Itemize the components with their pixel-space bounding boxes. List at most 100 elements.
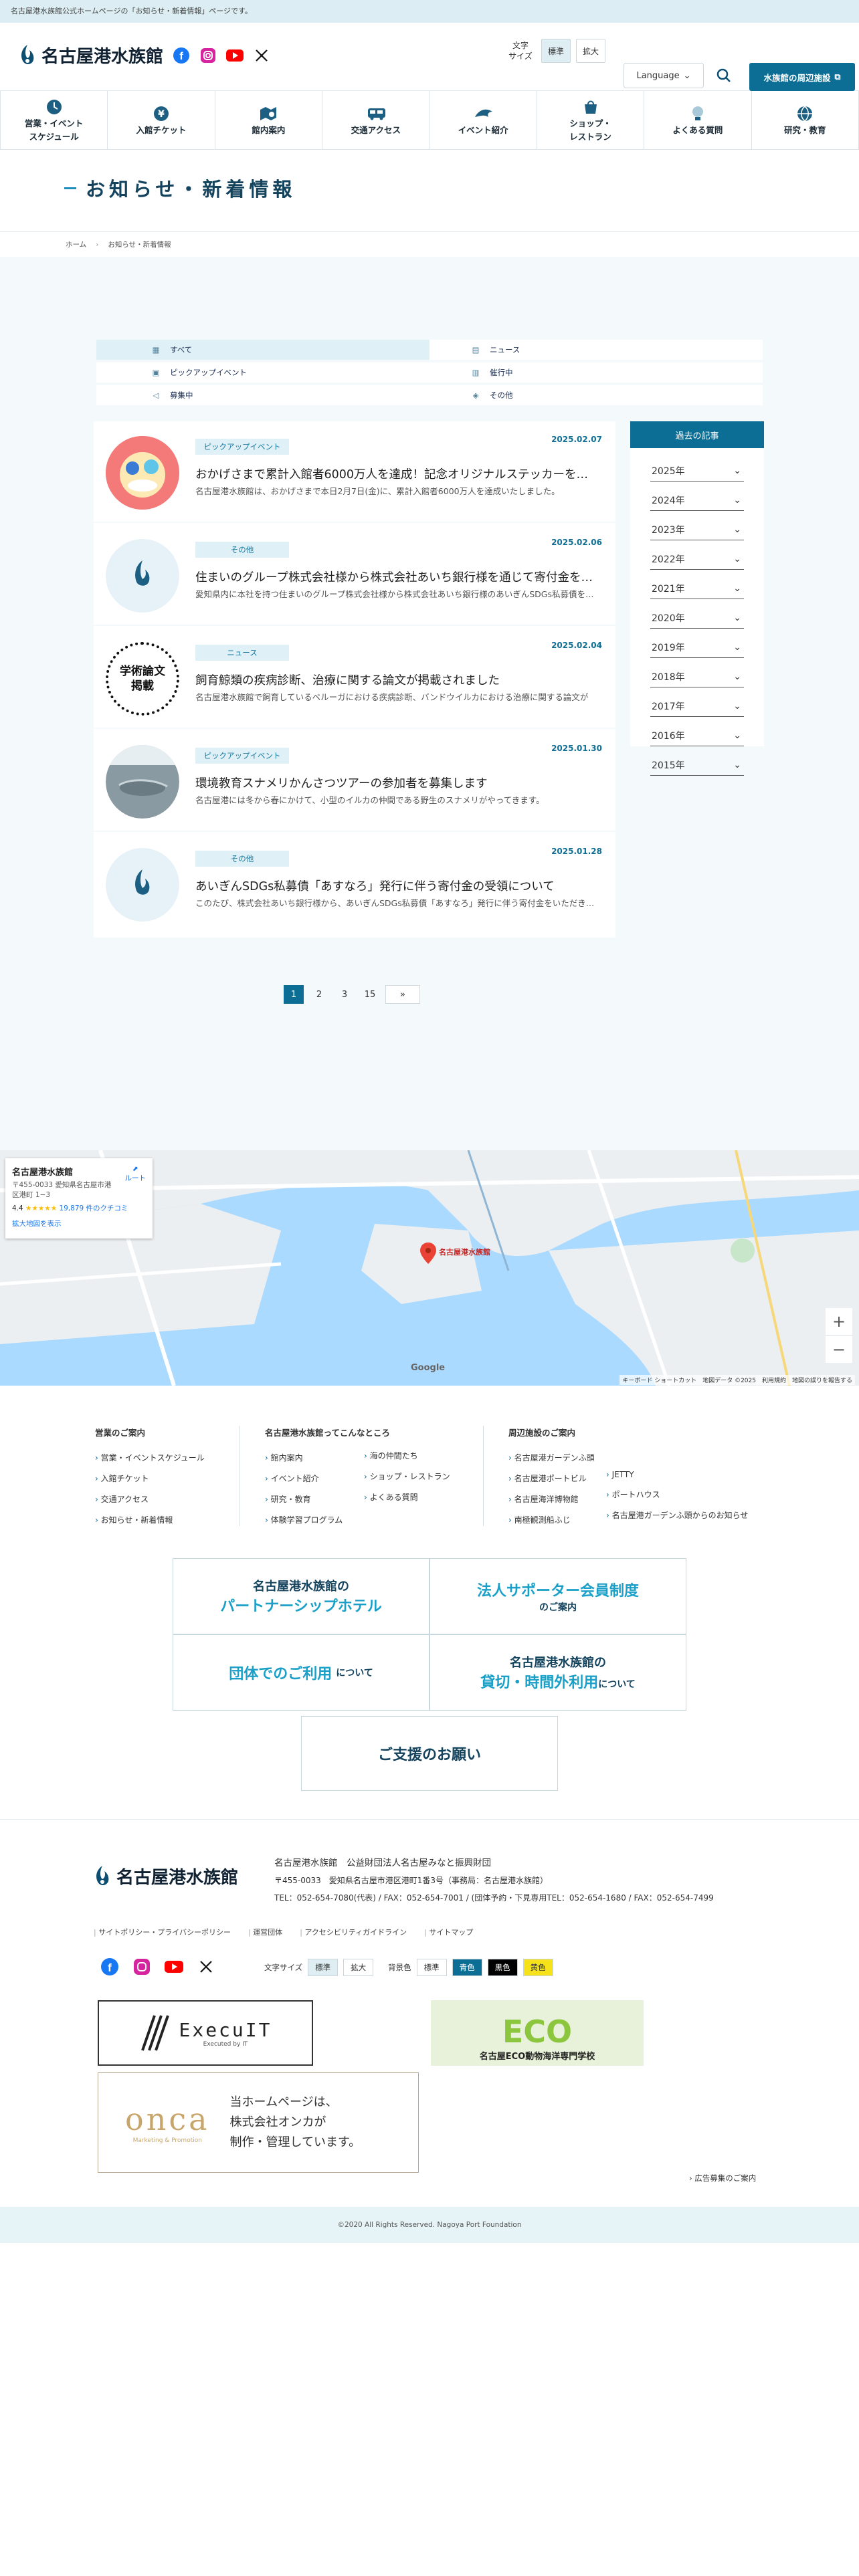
filter-pickup[interactable]: ▣ ピックアップイベント — [96, 362, 430, 383]
aquarium-logo-icon — [19, 43, 36, 68]
org-name: 名古屋港水族館 公益財団法人名古屋みなと振興財団 — [274, 1858, 491, 1868]
map-enlarge-link[interactable]: 拡大地図を表示 — [12, 1218, 146, 1228]
news-item[interactable]: 2025.02.07 ピックアップイベント おかげさまで累計入館者6000万人を… — [94, 421, 615, 523]
archive-year-select[interactable]: 2019年 ⌄ — [650, 637, 744, 658]
footer-link[interactable]: JETTY — [606, 1470, 748, 1479]
font-large-button[interactable]: 拡大 — [576, 39, 605, 63]
footer-link[interactable]: 体験学習プログラム — [265, 1514, 390, 1525]
archive-year-select[interactable]: 2021年 ⌄ — [650, 578, 744, 599]
nav-faq[interactable]: よくある質問 — [644, 91, 752, 149]
next-page-button[interactable]: » — [385, 985, 420, 1004]
facebook-icon[interactable]: f — [173, 47, 190, 64]
banner-corporate-supporter[interactable]: 法人サポーター会員制度 のご案内 — [430, 1558, 686, 1634]
map-route-button[interactable]: ⬈ ルート — [125, 1165, 147, 1183]
nav-shop[interactable]: ショップ・ レストラン — [537, 91, 645, 149]
instagram-icon[interactable] — [199, 47, 217, 64]
news-item[interactable]: 学術論文 掲載 2025.02.04 ニュース 飼育鯨類の疾病診断、治療に関する… — [94, 627, 615, 729]
banner-text-highlight: 団体でのご利用 — [229, 1666, 332, 1683]
youtube-icon[interactable] — [165, 1957, 183, 1976]
filter-recruit[interactable]: ◁ 募集中 — [96, 385, 430, 405]
policy-link[interactable]: アクセシビリティガイドライン — [300, 1927, 407, 1937]
page-link-current[interactable]: 1 — [284, 985, 304, 1004]
footer-link[interactable]: 入館チケット — [95, 1473, 205, 1484]
archive-year-select[interactable]: 2022年 ⌄ — [650, 548, 744, 570]
nav-tickets[interactable]: ¥ 入館チケット — [108, 91, 215, 149]
archive-year-select[interactable]: 2025年 ⌄ — [650, 460, 744, 481]
nav-events[interactable]: イベント紹介 — [430, 91, 537, 149]
news-category: ニュース — [195, 645, 289, 661]
language-select[interactable]: Language ⌄ — [624, 63, 704, 88]
policy-link[interactable]: サイトポリシー・プライバシーポリシー — [94, 1927, 231, 1937]
page-link[interactable]: 3 — [335, 985, 355, 1004]
banner-text: について — [336, 1668, 373, 1679]
news-item[interactable]: 2025.01.30 ピックアップイベント 環境教育スナメリかんさつツアーの参加… — [94, 730, 615, 832]
ad-recruit-link[interactable]: › 広告募集のご案内 — [689, 2173, 756, 2183]
policy-link[interactable]: 運営団体 — [248, 1927, 282, 1937]
instagram-icon[interactable] — [132, 1957, 151, 1976]
sponsor-execuit[interactable]: ExecuIT Executed by IT — [98, 2000, 313, 2066]
youtube-icon[interactable] — [226, 47, 244, 64]
page-link[interactable]: 2 — [309, 985, 329, 1004]
footer-link[interactable]: 名古屋海洋博物館 — [508, 1493, 595, 1505]
archive-year-select[interactable]: 2023年 ⌄ — [650, 519, 744, 540]
filter-events[interactable]: ▥ 催行中 — [430, 362, 763, 383]
page-link[interactable]: 15 — [360, 985, 380, 1004]
sponsor-onca[interactable]: onca Marketing & Promotion 当ホームページは、 株式会… — [98, 2072, 419, 2173]
archive-year-select[interactable]: 2024年 ⌄ — [650, 490, 744, 511]
bg-black-button[interactable]: 黒色 — [487, 1959, 518, 1976]
facebook-icon[interactable]: f — [100, 1957, 119, 1976]
footer-link[interactable]: ショップ・レストラン — [364, 1471, 450, 1482]
nearby-facilities-button[interactable]: 水族館の周辺施設 ⧉ — [749, 63, 855, 91]
news-item[interactable]: 2025.01.28 その他 あいぎんSDGs私募債「あすなろ」発行に伴う寄付金… — [94, 833, 615, 935]
archive-year-select[interactable]: 2017年 ⌄ — [650, 695, 744, 717]
site-logo[interactable]: 名古屋港水族館 — [19, 43, 163, 68]
map-zoom-out-button[interactable]: − — [826, 1336, 852, 1363]
footer-link[interactable]: 名古屋港ポートビル — [508, 1473, 595, 1484]
footer-link[interactable]: 名古屋港ガーデンふ頭 — [508, 1452, 595, 1463]
breadcrumb-home[interactable]: ホーム — [66, 239, 86, 249]
font-standard-button[interactable]: 標準 — [541, 39, 571, 63]
x-icon[interactable] — [253, 47, 270, 64]
sponsor-eco[interactable]: ECO 名古屋ECO動物海洋専門学校 — [431, 2000, 644, 2066]
footer-link[interactable]: 名古屋港ガーデンふ頭からのお知らせ — [606, 1509, 749, 1521]
map-pin-icon[interactable] — [420, 1243, 436, 1267]
nav-floor-guide[interactable]: 館内案内 — [215, 91, 323, 149]
search-button[interactable] — [711, 63, 737, 88]
archive-year-select[interactable]: 2016年 ⌄ — [650, 725, 744, 746]
banner-group-use[interactable]: 団体でのご利用 について — [173, 1634, 430, 1711]
footer-logo[interactable]: 名古屋港水族館 — [94, 1864, 238, 1889]
nav-research[interactable]: 研究・教育 — [752, 91, 859, 149]
banner-private-rental[interactable]: 名古屋港水族館の 貸切・時間外利用について — [430, 1634, 686, 1711]
google-map[interactable]: 名古屋港水族館 名古屋港水族館 〒455-0033 愛知県名古屋市港区港町 1−… — [0, 1150, 859, 1386]
footer-link[interactable]: よくある質問 — [364, 1491, 450, 1503]
font-standard-button[interactable]: 標準 — [308, 1959, 339, 1976]
footer-link[interactable]: 営業・イベントスケジュール — [95, 1452, 205, 1463]
bg-blue-button[interactable]: 青色 — [452, 1959, 482, 1976]
x-icon[interactable] — [197, 1957, 215, 1976]
bg-standard-button[interactable]: 標準 — [416, 1959, 447, 1976]
footer-link[interactable]: お知らせ・新着情報 — [95, 1514, 205, 1525]
map-reviews[interactable]: 19,879 件のクチコミ — [59, 1204, 128, 1212]
footer-link[interactable]: ポートハウス — [606, 1489, 748, 1500]
font-large-button[interactable]: 拡大 — [343, 1959, 374, 1976]
policy-link[interactable]: サイトマップ — [424, 1927, 473, 1937]
map-credit[interactable]: キーボード ショートカット 地図データ ©2025 利用規約 地図の誤りを報告す… — [619, 1375, 855, 1385]
map-zoom-in-button[interactable]: + — [826, 1308, 852, 1335]
news-item[interactable]: 2025.02.06 その他 住まいのグループ株式会社様から株式会社あいち銀行様… — [94, 524, 615, 626]
archive-year-select[interactable]: 2015年 ⌄ — [650, 754, 744, 776]
nav-schedule[interactable]: 営業・イベント スケジュール — [0, 91, 108, 149]
filter-other[interactable]: ◈ その他 — [430, 385, 763, 405]
bg-yellow-button[interactable]: 黄色 — [522, 1959, 553, 1976]
banner-donation[interactable]: ご支援のお願い — [301, 1716, 558, 1791]
footer-link[interactable]: 海の仲間たち — [364, 1450, 450, 1461]
filter-news[interactable]: ▤ ニュース — [430, 340, 763, 360]
nav-access[interactable]: 交通アクセス — [322, 91, 430, 149]
banner-partner-hotel[interactable]: 名古屋港水族館の パートナーシップホテル — [173, 1558, 430, 1634]
archive-year-select[interactable]: 2018年 ⌄ — [650, 666, 744, 687]
footer-link[interactable]: 南極観測船ふじ — [508, 1514, 595, 1525]
filter-all[interactable]: ▦ すべて — [96, 340, 430, 360]
footer-link[interactable]: 交通アクセス — [95, 1493, 205, 1505]
org-address: 〒455-0033 愛知県名古屋市港区港町1番3号（事務局：名古屋港水族館） — [274, 1876, 549, 1885]
archive-year-select[interactable]: 2020年 ⌄ — [650, 607, 744, 629]
footer-col-title: 周辺施設のご案内 — [508, 1428, 576, 1438]
